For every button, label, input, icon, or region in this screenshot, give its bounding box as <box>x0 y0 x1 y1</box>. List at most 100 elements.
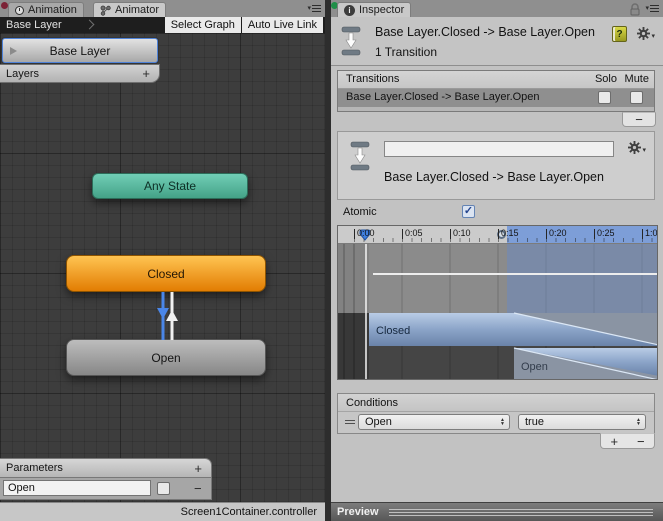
transition-detail-label: Base Layer.Closed -> Base Layer.Open <box>384 170 604 184</box>
help-icon[interactable]: ? <box>612 26 627 42</box>
transition-title: Base Layer.Closed -> Base Layer.Open <box>375 25 595 39</box>
ruler-tick <box>354 229 355 239</box>
gear-dropdown-arrow-icon: ▾ <box>651 33 655 40</box>
transitions-list: Transitions Solo Mute Base Layer.Closed … <box>337 70 655 112</box>
timeline-ruler[interactable]: 0:000:050:100:150:200:251:00 <box>338 226 657 244</box>
ruler-tick <box>498 229 499 239</box>
conditions-header: Conditions <box>338 394 654 412</box>
solo-checkbox[interactable] <box>598 91 611 104</box>
preview-drag-grip[interactable] <box>388 508 653 516</box>
animator-panel: Animation Animator ▾ Base Layer Select G… <box>0 0 325 521</box>
conditions-section: Conditions Open ▲ ▼ true ▲ ▼ <box>337 393 655 434</box>
play-triangle-icon <box>10 47 17 55</box>
check-icon: ✓ <box>463 205 474 217</box>
dropdown-arrows-icon: ▲ ▼ <box>636 417 641 427</box>
detail-gear-menu[interactable]: ▾ <box>628 141 646 154</box>
inspector-header: Base Layer.Closed -> Base Layer.Open 1 T… <box>331 17 663 66</box>
parameters-header: Parameters + <box>0 458 212 478</box>
preview-bar[interactable]: Preview <box>331 502 663 521</box>
state-node-label: Any State <box>143 179 197 193</box>
condition-parameter-dropdown[interactable]: Open ▲ ▼ <box>358 414 510 430</box>
info-icon: i <box>344 4 355 16</box>
arrow-down-head-icon <box>157 308 169 319</box>
menu-arrow-icon: ▾ <box>307 5 311 12</box>
remove-parameter-button[interactable]: − <box>194 482 202 495</box>
atomic-checkbox[interactable]: ✓ <box>462 205 475 218</box>
lock-icon[interactable] <box>630 3 640 16</box>
ruler-tick <box>546 229 547 239</box>
window-dot-red <box>1 2 8 9</box>
transition-icon <box>341 26 361 56</box>
state-node-any-state[interactable]: Any State <box>92 173 248 199</box>
remove-condition-button[interactable]: − <box>637 435 645 448</box>
timeline-tracks[interactable]: Closed Open <box>338 244 658 380</box>
controller-status-bar: Screen1Container.controller <box>0 502 325 521</box>
ruler-tick-label: 0:10 <box>453 228 471 238</box>
transition-count: 1 Transition <box>375 45 438 59</box>
add-parameter-button[interactable]: + <box>194 462 202 475</box>
tab-inspector[interactable]: i Inspector <box>337 2 412 17</box>
ruler-tick <box>642 229 643 239</box>
inspector-panel: i Inspector ▾ Base Layer.Closed -> Base … <box>331 0 663 521</box>
condition-row: Open ▲ ▼ true ▲ ▼ <box>338 412 654 433</box>
breadcrumb[interactable]: Base Layer <box>6 19 62 31</box>
remove-transition-bar: − <box>622 112 656 127</box>
add-layer-button[interactable]: + <box>142 67 150 80</box>
drag-handle-icon[interactable] <box>345 420 355 424</box>
animator-window-menu-icon[interactable]: ▾ <box>307 5 321 12</box>
transition-arrows <box>157 292 178 340</box>
remove-transition-button[interactable]: − <box>635 113 643 126</box>
transition-row-label: Base Layer.Closed -> Base Layer.Open <box>346 91 540 103</box>
condition-add-remove-bar: + − <box>600 433 655 449</box>
condition-value-dropdown[interactable]: true ▲ ▼ <box>518 414 646 430</box>
mute-checkbox[interactable] <box>630 91 643 104</box>
toolbar-buttons: Select Graph Auto Live Link <box>164 17 323 33</box>
transition-icon <box>350 141 370 171</box>
state-node-label: Closed <box>147 266 185 281</box>
tab-animation-label: Animation <box>28 4 77 16</box>
transition-detail-box: ▾ Base Layer.Closed -> Base Layer.Open <box>337 131 655 200</box>
condition-value: true <box>525 416 544 428</box>
tab-animation[interactable]: Animation <box>8 2 84 17</box>
parameter-name-field[interactable] <box>3 480 151 496</box>
tab-animator-label: Animator <box>115 4 160 16</box>
closed-track-label: Closed <box>376 325 410 337</box>
header-gear-menu[interactable]: ▾ <box>637 27 655 40</box>
menu-arrow-icon: ▾ <box>645 5 649 12</box>
inspector-window-menu-icon[interactable]: ▾ <box>645 5 659 12</box>
ruler-tick <box>594 229 595 239</box>
question-glyph: ? <box>616 28 623 40</box>
mute-column-label: Mute <box>624 73 649 85</box>
state-node-closed[interactable]: Closed <box>66 255 266 292</box>
state-node-label: Open <box>151 350 181 365</box>
transition-name-field[interactable] <box>384 141 614 157</box>
select-graph-button[interactable]: Select Graph <box>164 17 241 33</box>
menu-lines-icon <box>312 5 321 12</box>
breadcrumb-chevron-icon <box>84 19 95 30</box>
state-node-open[interactable]: Open <box>66 339 266 376</box>
auto-live-link-button[interactable]: Auto Live Link <box>241 17 323 33</box>
tab-animator[interactable]: Animator <box>93 2 167 17</box>
playhead-marker[interactable] <box>358 228 372 241</box>
add-condition-button[interactable]: + <box>610 435 618 448</box>
inspector-tab-bar: i Inspector ▾ <box>331 0 663 17</box>
transitions-list-header: Transitions Solo Mute <box>338 71 654 89</box>
dropdown-arrows-icon: ▲ ▼ <box>500 417 505 427</box>
tab-inspector-label: Inspector <box>359 4 405 16</box>
solo-column-label: Solo <box>594 73 617 85</box>
layers-header: Layers + <box>0 64 160 83</box>
transition-list-row[interactable]: Base Layer.Closed -> Base Layer.Open <box>338 89 654 107</box>
parameters-header-label: Parameters <box>6 462 63 474</box>
animator-tab-bar: Animation Animator ▾ <box>0 0 325 17</box>
transition-region-overlay <box>507 244 657 313</box>
conditions-header-label: Conditions <box>346 396 398 409</box>
gear-icon <box>628 141 642 154</box>
layers-header-label: Layers <box>6 67 40 80</box>
state-machine-graph[interactable]: Base Layer Layers + Any State Closed Ope… <box>0 33 325 502</box>
layer-list-item-base-layer[interactable]: Base Layer <box>2 38 158 63</box>
transition-timeline[interactable]: 0:000:050:100:150:200:251:00 <box>337 225 658 380</box>
controller-name: Screen1Container.controller <box>180 506 317 518</box>
clock-icon <box>15 5 24 15</box>
gear-dropdown-arrow-icon: ▾ <box>642 147 646 154</box>
parameter-bool-checkbox[interactable] <box>157 482 170 495</box>
